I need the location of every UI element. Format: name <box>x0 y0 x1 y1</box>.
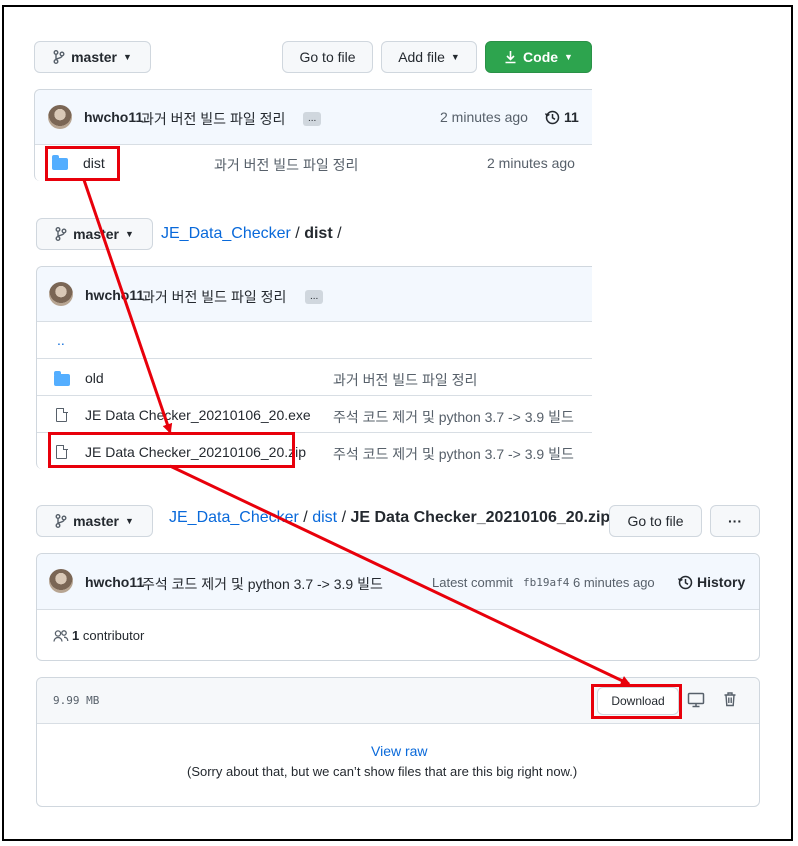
annotation-arrows <box>82 179 631 686</box>
arrow-zip-to-download <box>169 464 631 686</box>
arrow-dist-to-zip <box>82 179 173 434</box>
